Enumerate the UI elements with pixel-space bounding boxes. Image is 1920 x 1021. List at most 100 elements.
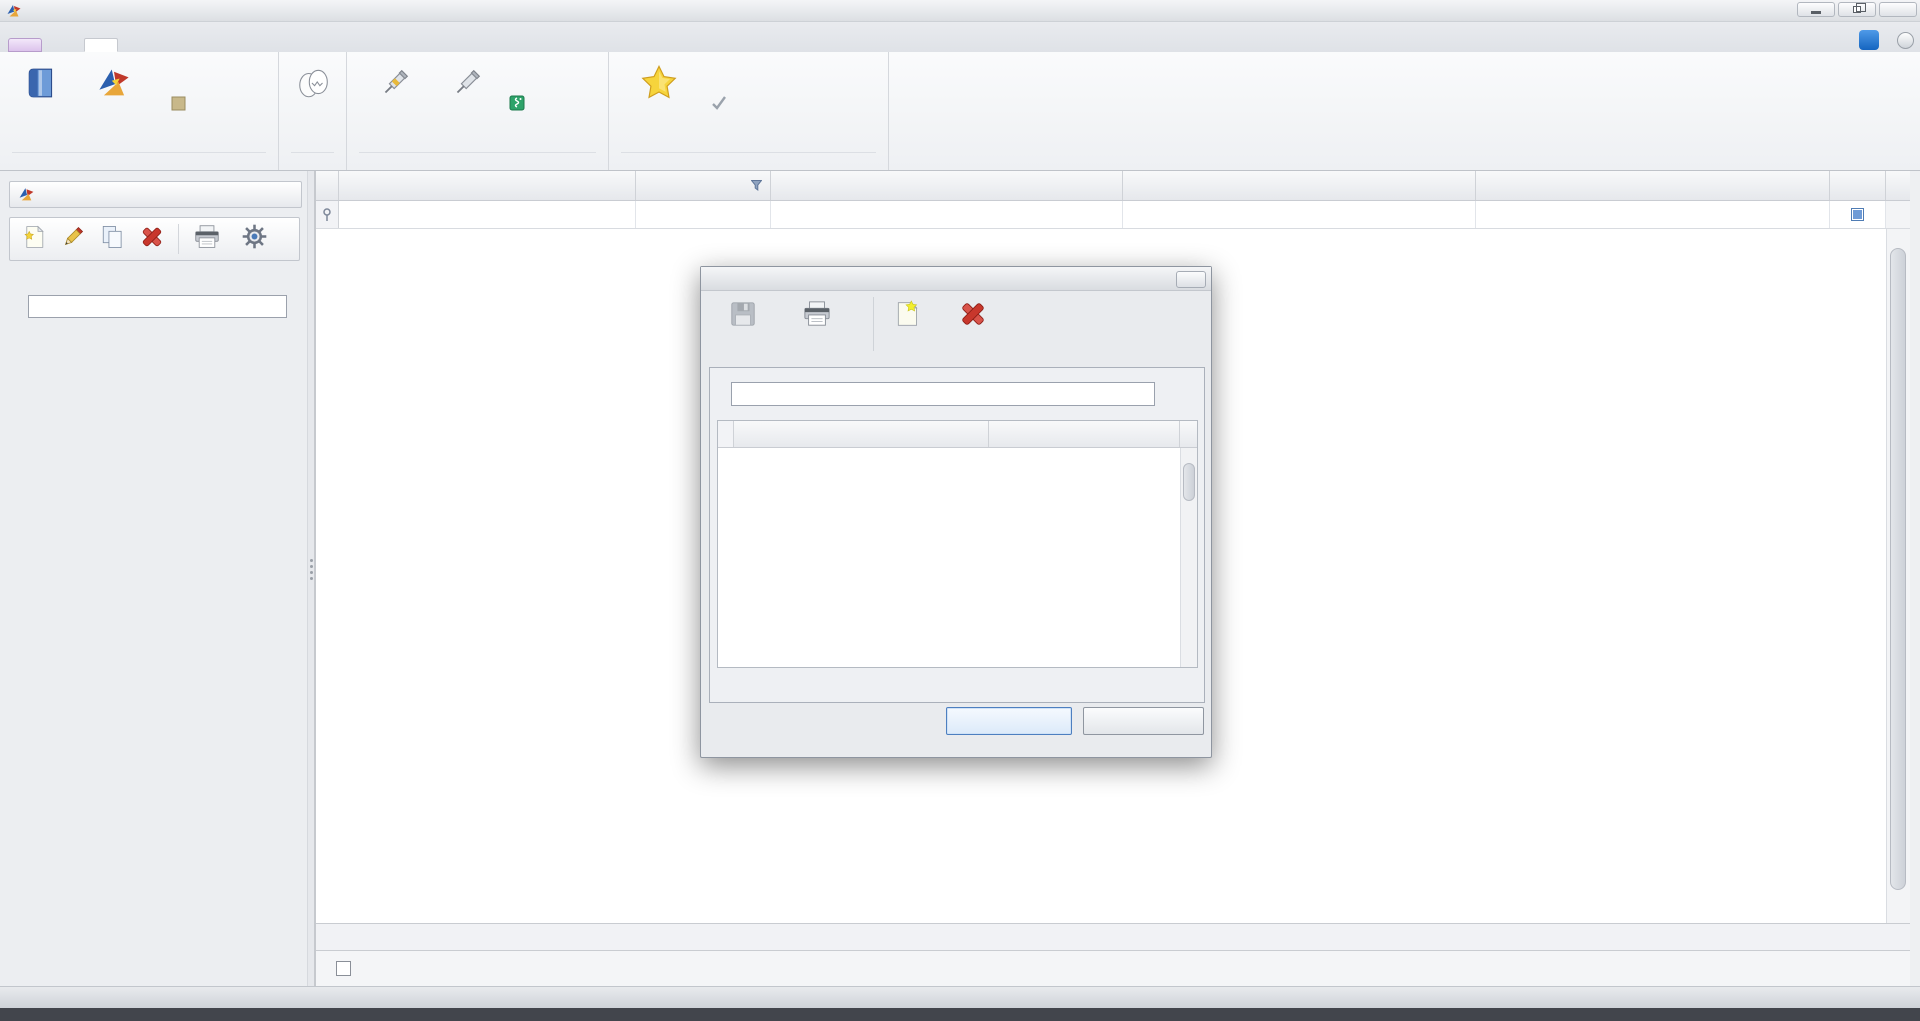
scrollbar-thumb[interactable] [1890,248,1906,890]
tab-preisflug[interactable] [122,38,156,52]
header-scroll-corner [1886,171,1910,200]
splitter-grip-icon [310,559,313,580]
header-scroll-corner [1180,421,1197,447]
printer-icon [802,297,832,331]
save-button[interactable] [711,297,775,331]
aktiv-filter-input[interactable] [29,300,264,314]
zellen-header-row [718,421,1197,448]
table-header-row [316,171,1910,201]
record-navigator [316,923,1910,950]
cancel-button[interactable] [1083,707,1204,735]
filter-funnel-icon[interactable] [751,180,762,194]
help-icon[interactable] [1897,32,1914,49]
dialog-toolbar [701,291,1211,361]
aktiv-filter-checkbox[interactable] [1851,208,1864,221]
teamviewer-icon[interactable] [1859,30,1879,50]
settings-gear-button[interactable] [241,223,268,255]
new-button[interactable] [879,297,935,331]
ribbon [0,52,1920,171]
application-window [0,0,1920,1021]
ribbon-group-impfungen [347,52,609,170]
column-header-rasse[interactable] [1476,171,1830,200]
record-navigator [712,670,1204,694]
floppy-disk-icon [729,297,757,331]
toolbar-separator [178,224,179,254]
panel-toolbar [9,217,300,261]
book-icon [23,64,61,102]
new-button[interactable] [22,224,46,255]
tab-zucht[interactable] [84,38,118,52]
dialog-panel [709,367,1205,703]
filter-row-pin-icon[interactable] [316,201,339,228]
breeding-cell-icon [170,95,186,111]
filter-cell-mutter[interactable] [1123,201,1477,228]
delete-button[interactable] [140,225,164,254]
ribbon-group-paarung [0,52,279,170]
filter-cell-jahr[interactable] [636,201,771,228]
edit-button[interactable] [60,224,86,255]
impfliste-button[interactable] [431,58,503,148]
restore-icon [1853,6,1861,13]
filter-cell-vater[interactable] [771,201,1123,228]
ribbon-tab-row [0,22,1920,52]
left-panel [0,171,307,986]
filter-cell-rasse[interactable] [1476,201,1830,228]
zuchtbuch-button[interactable] [6,58,78,148]
impfstoffe-button[interactable] [503,92,536,114]
delete-button[interactable] [941,297,1005,331]
filter-cell-zelle[interactable] [339,201,636,228]
minimize-icon [1811,11,1821,14]
zellen-table [717,420,1198,668]
column-header-name[interactable] [734,421,989,447]
zuchtzellen-button[interactable] [164,92,197,114]
search-combo[interactable] [731,382,1155,406]
bewertungsparameter-button[interactable] [705,92,738,114]
column-header-beschreibung[interactable] [989,421,1180,447]
print-button[interactable] [785,297,849,331]
print-button[interactable] [193,224,221,255]
column-header-jahr[interactable] [636,171,771,200]
close-button[interactable] [1879,2,1917,17]
zellen-rows [718,448,1197,668]
delete-x-icon [959,297,987,331]
gelege-button[interactable] [285,58,340,148]
vertical-scrollbar[interactable] [1886,229,1910,923]
pigeon-icon [95,64,133,102]
panel-header-paarungen [9,181,302,208]
dialog-close-button[interactable] [1176,271,1206,288]
column-header-zelle[interactable] [339,171,636,200]
tab-stammdaten[interactable] [46,38,80,52]
auto-filter-row [316,201,1910,229]
impfungen-button[interactable] [359,58,431,148]
pigeon-icon [18,186,35,203]
restore-button[interactable] [1838,2,1876,17]
header-indicator-cell [316,171,339,200]
paarungen-button[interactable] [78,58,150,148]
status-strip [0,986,1920,1008]
filter-scroll-corner [1886,201,1910,228]
search-input[interactable] [732,387,1142,401]
column-header-vater[interactable] [771,171,1123,200]
filter-enabled-checkbox[interactable] [336,961,351,976]
toolbar-separator [873,297,874,351]
new-page-icon [894,297,920,331]
panel-splitter[interactable] [307,171,315,986]
column-header-aktiv[interactable] [1830,171,1886,200]
aktiv-filter-combo[interactable] [28,295,287,318]
minimize-button[interactable] [1797,2,1835,17]
vertical-scrollbar[interactable] [1180,448,1197,668]
tab-einstellungen[interactable] [8,38,42,52]
zuchtzellen-dialog [700,266,1212,758]
column-header-mutter[interactable] [1123,171,1477,200]
copy-button[interactable] [100,224,126,255]
scrollbar-thumb[interactable] [1183,463,1195,501]
syringe-icon [448,64,486,102]
ok-button[interactable] [946,707,1072,735]
bewertungen-button[interactable] [623,58,695,148]
dialog-title-bar[interactable] [701,267,1211,291]
ribbon-group-gelege [279,52,347,170]
filter-cell-aktiv[interactable] [1830,201,1886,228]
group-label-paarung [12,152,266,170]
group-label-bewertungen [621,152,876,170]
star-icon [640,64,678,102]
